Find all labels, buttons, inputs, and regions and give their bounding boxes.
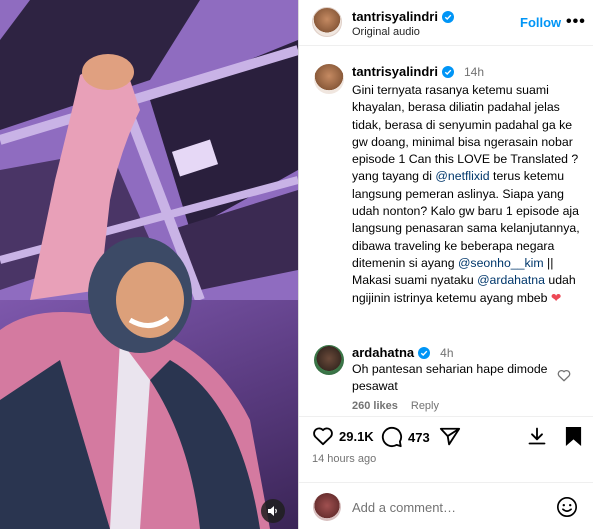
caption-part: terus ketemu langsung pemeran aslinya. S… (352, 169, 580, 270)
more-options-button[interactable]: ••• (566, 13, 586, 31)
share-action[interactable] (439, 426, 461, 448)
comment-likes[interactable]: 260 likes (352, 400, 398, 412)
speaker-icon (268, 506, 277, 516)
mention-link[interactable]: @ardahatna (477, 273, 545, 287)
add-comment-bar: Add a comment… (299, 482, 593, 529)
author-username[interactable]: tantrisyalindri (352, 9, 454, 24)
caption-author: tantrisyalindri 14h (352, 64, 484, 79)
add-comment-input[interactable]: Add a comment… (352, 500, 456, 515)
heart-emoji: ❤ (550, 290, 562, 305)
current-user-avatar (313, 493, 341, 521)
verified-badge-icon (441, 10, 454, 23)
mention-link[interactable]: @seonho__kim (458, 256, 544, 270)
caption-time[interactable]: 14h (464, 65, 484, 79)
post-header: tantrisyalindri Original audio Follow ••… (299, 0, 593, 46)
comment-meta: 260 likes Reply (352, 400, 439, 412)
share-paper-plane-icon (439, 427, 461, 446)
like-count[interactable]: 29.1K (339, 429, 374, 444)
person-illustration (0, 54, 270, 529)
heart-outline-icon (313, 427, 333, 446)
mention-link[interactable]: @netflixid (435, 169, 489, 183)
download-icon (528, 427, 546, 445)
comment-action[interactable]: 473 (381, 426, 430, 448)
comment-like-icon[interactable] (557, 369, 571, 382)
reply-button[interactable]: Reply (411, 400, 439, 412)
follow-button[interactable]: Follow (520, 15, 561, 30)
download-action[interactable] (527, 426, 547, 446)
comment-text: Oh pantesan seharian hape dimode pesawat (352, 362, 548, 394)
like-action[interactable]: 29.1K (312, 426, 374, 446)
caption-author-avatar[interactable] (314, 64, 344, 94)
mute-button[interactable] (261, 499, 285, 523)
commenter-username[interactable]: ardahatna (352, 345, 414, 360)
audio-label[interactable]: Original audio (352, 26, 420, 38)
verified-badge-icon (441, 65, 454, 78)
comment-author: ardahatna 4h (352, 345, 454, 360)
comment-bubble-icon (381, 426, 403, 448)
post-details-panel: tantrisyalindri Original audio Follow ••… (298, 0, 593, 529)
commenter-avatar[interactable] (314, 345, 344, 375)
bookmark-filled-icon (565, 427, 582, 446)
author-avatar[interactable] (312, 7, 342, 37)
emoji-icon[interactable] (556, 496, 578, 518)
post-actions-bar: 29.1K 473 (299, 416, 593, 456)
caption-username[interactable]: tantrisyalindri (352, 64, 438, 79)
caption-text: Gini ternyata rasanya ketemu suami khaya… (352, 82, 584, 307)
save-action[interactable] (564, 426, 583, 447)
comment-count[interactable]: 473 (408, 430, 430, 445)
verified-badge-icon (418, 346, 431, 359)
post-video[interactable] (0, 0, 298, 529)
comment-time[interactable]: 4h (440, 346, 453, 360)
post-timestamp[interactable]: 14 hours ago (312, 453, 376, 465)
